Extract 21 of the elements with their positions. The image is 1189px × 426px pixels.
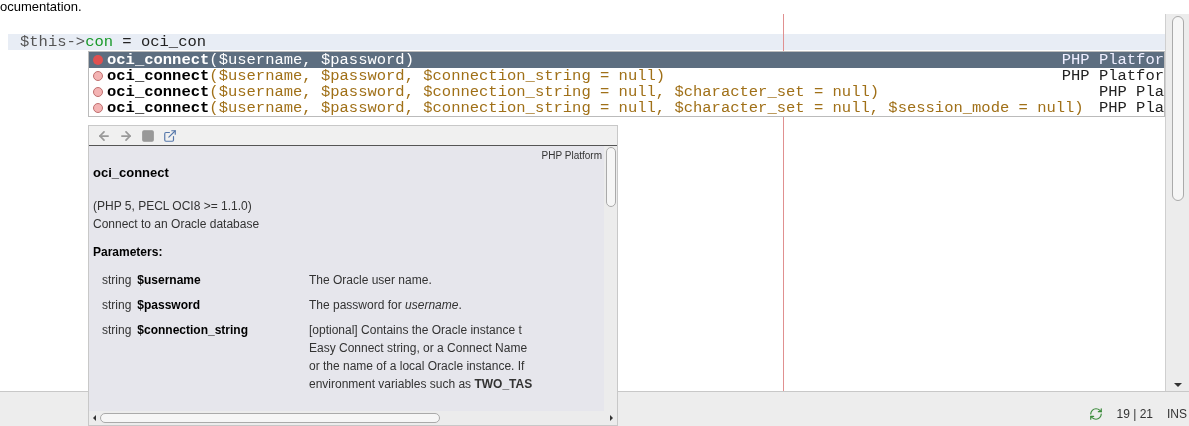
version-info: (PHP 5, PECL OCI8 >= 1.1.0) xyxy=(93,197,253,215)
parameter-name: $connection_string xyxy=(137,321,249,339)
parameter-type: string xyxy=(102,321,132,339)
parameters-heading: Parameters: xyxy=(93,243,164,261)
parameter-description: The Oracle user name. xyxy=(309,271,432,289)
parameter-description: The password for username. xyxy=(309,296,462,314)
code-line: $this->con = oci_con xyxy=(20,34,207,50)
parameter-description: or the name of a local Oracle instance. If xyxy=(309,357,526,375)
function-summary: Connect to an Oracle database xyxy=(93,215,261,233)
parameter-description: environment variables such as TWO_TAS xyxy=(309,375,533,393)
page-heading: ocumentation. xyxy=(0,0,82,14)
source-label: PHP Platform xyxy=(541,149,602,163)
parameter-type: string xyxy=(102,271,132,289)
insert-mode: INS xyxy=(1167,406,1187,423)
parameter-description: [optional] Contains the Oracle instance t xyxy=(309,321,523,339)
function-title: oci_connect xyxy=(93,164,170,182)
parameter-name: $username xyxy=(137,271,201,289)
cursor-position: 19 | 21 xyxy=(1116,406,1153,423)
parameter-description: Easy Connect string, or a Connect Name xyxy=(309,339,529,357)
parameter-type: string xyxy=(102,296,132,314)
parameter-name: $password xyxy=(137,296,201,314)
